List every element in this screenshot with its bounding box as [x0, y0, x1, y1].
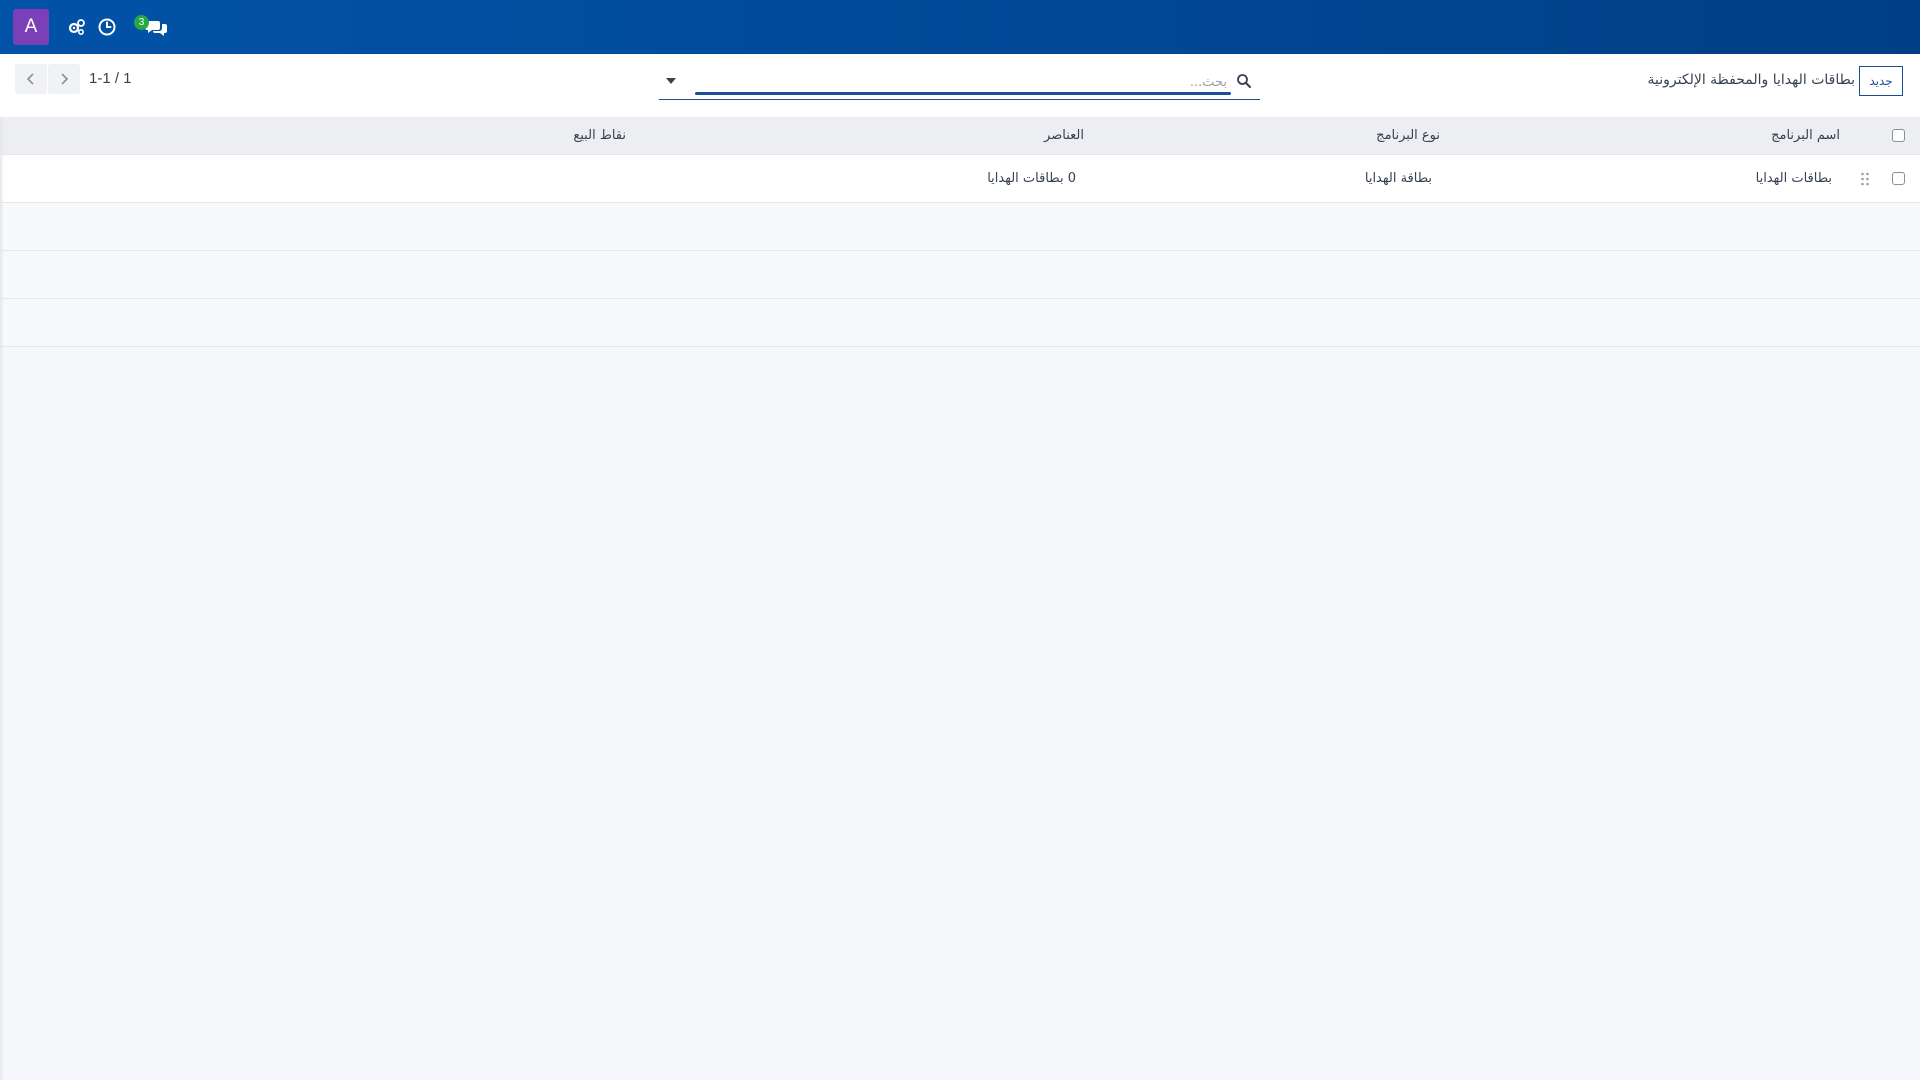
- column-header-points-of-sale[interactable]: نقاط البيع: [573, 117, 626, 154]
- control-panel: جديد بطاقات الهدايا والمحفظة الإلكترونية…: [0, 54, 1920, 118]
- column-header-program-type[interactable]: نوع البرنامج: [1376, 117, 1440, 154]
- cell-program-name: بطاقات الهدايا: [1755, 171, 1832, 186]
- caret-down-icon[interactable]: [665, 77, 677, 85]
- breadcrumb: بطاقات الهدايا والمحفظة الإلكترونية: [1647, 72, 1855, 88]
- top-navbar: A 3: [0, 0, 1920, 54]
- search-icon[interactable]: [1236, 73, 1252, 89]
- drag-handle-icon[interactable]: [1860, 172, 1870, 186]
- row-checkbox[interactable]: [1892, 172, 1905, 185]
- chevron-right-icon: [61, 73, 69, 85]
- chat-badge: 3: [134, 15, 149, 30]
- drag-handle-cell: [1860, 155, 1870, 202]
- pager-next-button[interactable]: [48, 64, 80, 94]
- cell-items: 0 بطاقات الهدايا: [987, 171, 1076, 186]
- pager-value[interactable]: 1-1 / 1: [89, 70, 132, 87]
- programs-table: اسم البرنامج نوع البرنامج العناصر نقاط ا…: [0, 117, 1920, 347]
- left-edge-shadow: [0, 117, 4, 1080]
- cell-program-type: بطاقة الهدايا: [1364, 171, 1432, 186]
- search-bar: [659, 65, 1260, 100]
- pager-previous-button[interactable]: [15, 64, 47, 94]
- table-row[interactable]: بطاقات الهدايا بطاقة الهدايا 0 بطاقات ال…: [0, 155, 1920, 203]
- select-all-checkbox[interactable]: [1892, 129, 1905, 142]
- table-header: اسم البرنامج نوع البرنامج العناصر نقاط ا…: [0, 117, 1920, 155]
- empty-row: [0, 251, 1920, 299]
- row-select-cell: [1892, 155, 1905, 202]
- user-avatar[interactable]: A: [13, 9, 49, 45]
- empty-row: [0, 299, 1920, 347]
- column-header-program-name[interactable]: اسم البرنامج: [1771, 117, 1840, 154]
- clock-icon[interactable]: [97, 17, 117, 37]
- empty-row: [0, 203, 1920, 251]
- new-button[interactable]: جديد: [1859, 66, 1903, 96]
- select-all-cell: [1892, 117, 1905, 154]
- users-gear-icon[interactable]: [66, 17, 86, 37]
- search-focus-line: [695, 92, 1231, 95]
- column-header-items[interactable]: العناصر: [1044, 117, 1084, 154]
- search-input[interactable]: [695, 71, 1229, 93]
- chevron-left-icon: [26, 73, 34, 85]
